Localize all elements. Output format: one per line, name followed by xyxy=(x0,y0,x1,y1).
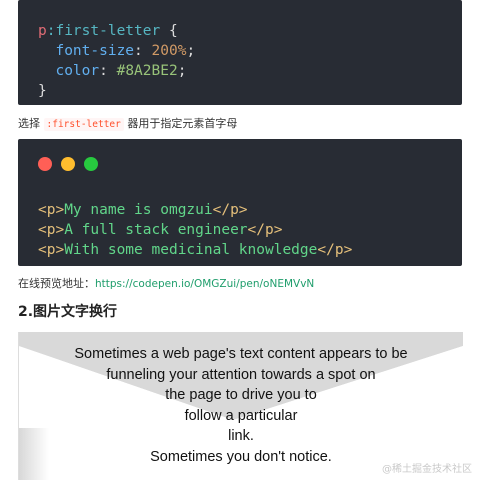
code-pseudo: :first-letter xyxy=(46,23,161,39)
maximize-dot-icon xyxy=(84,157,98,171)
close-dot-icon xyxy=(38,157,52,171)
demo-text-block: Sometimes a web page's text content appe… xyxy=(19,344,463,467)
window-controls xyxy=(38,157,98,171)
inline-code: :first-letter xyxy=(43,118,124,131)
code-line-2: font-size: 200%; xyxy=(55,43,196,59)
codepen-link[interactable]: https://codepen.io/OMGZui/pen/oNEMVvN xyxy=(95,278,314,290)
code-tag-open: <p> xyxy=(38,222,65,238)
caption-first-letter: 选择 :first-letter 器用于指定元素首字母 xyxy=(18,115,237,131)
code-tag-open: <p> xyxy=(38,242,65,258)
demo-line: the page to drive you to xyxy=(165,387,317,403)
code-line-3: color: #8A2BE2; xyxy=(55,63,187,79)
code-block-html: <p>My name is omgzui</p> <p>A full stack… xyxy=(18,139,462,266)
demo-image-text-wrap: Sometimes a web page's text content appe… xyxy=(18,332,463,480)
demo-line: link. xyxy=(228,428,254,444)
code-text: With some medicinal knowledge xyxy=(64,242,318,258)
code-line: <p>A full stack engineer</p> xyxy=(38,220,282,240)
demo-line: Sometimes a web page's text content appe… xyxy=(74,346,408,362)
caption-prefix: 选择 xyxy=(18,117,44,130)
code-prop: font-size xyxy=(55,43,135,59)
caption-suffix: 器用于指定元素首字母 xyxy=(123,117,238,130)
code-block-first-letter: p:first-letter { font-size: 200%; color:… xyxy=(18,0,462,105)
caption-label: 在线预览地址： xyxy=(18,277,95,290)
code-tag-open: <p> xyxy=(38,202,65,218)
code-close-brace: } xyxy=(38,83,47,99)
minimize-dot-icon xyxy=(61,157,75,171)
code-prop: color xyxy=(55,63,100,79)
code-line: <p>With some medicinal knowledge</p> xyxy=(38,240,352,260)
code-text: A full stack engineer xyxy=(64,222,248,238)
code-line-1: p:first-letter { xyxy=(38,21,178,41)
code-tag-close: </p> xyxy=(212,202,248,218)
code-value: #8A2BE2 xyxy=(116,63,178,79)
code-open-brace: { xyxy=(160,23,178,39)
code-line: <p>My name is omgzui</p> xyxy=(38,200,248,220)
demo-line: follow a particular xyxy=(184,407,298,424)
code-tag-close: </p> xyxy=(247,222,283,238)
code-value: 200% xyxy=(151,43,187,59)
code-text: My name is omgzui xyxy=(64,202,213,218)
code-line-4: } xyxy=(38,81,47,101)
caption-preview: 在线预览地址：https://codepen.io/OMGZui/pen/oNE… xyxy=(18,275,314,291)
code-selector: p xyxy=(38,23,47,39)
code-tag-close: </p> xyxy=(317,242,353,258)
section-heading: 2.图片文字换行 xyxy=(18,304,118,320)
demo-line: funneling your attention towards a spot … xyxy=(106,366,376,383)
watermark: @稀土掘金技术社区 xyxy=(382,464,472,475)
